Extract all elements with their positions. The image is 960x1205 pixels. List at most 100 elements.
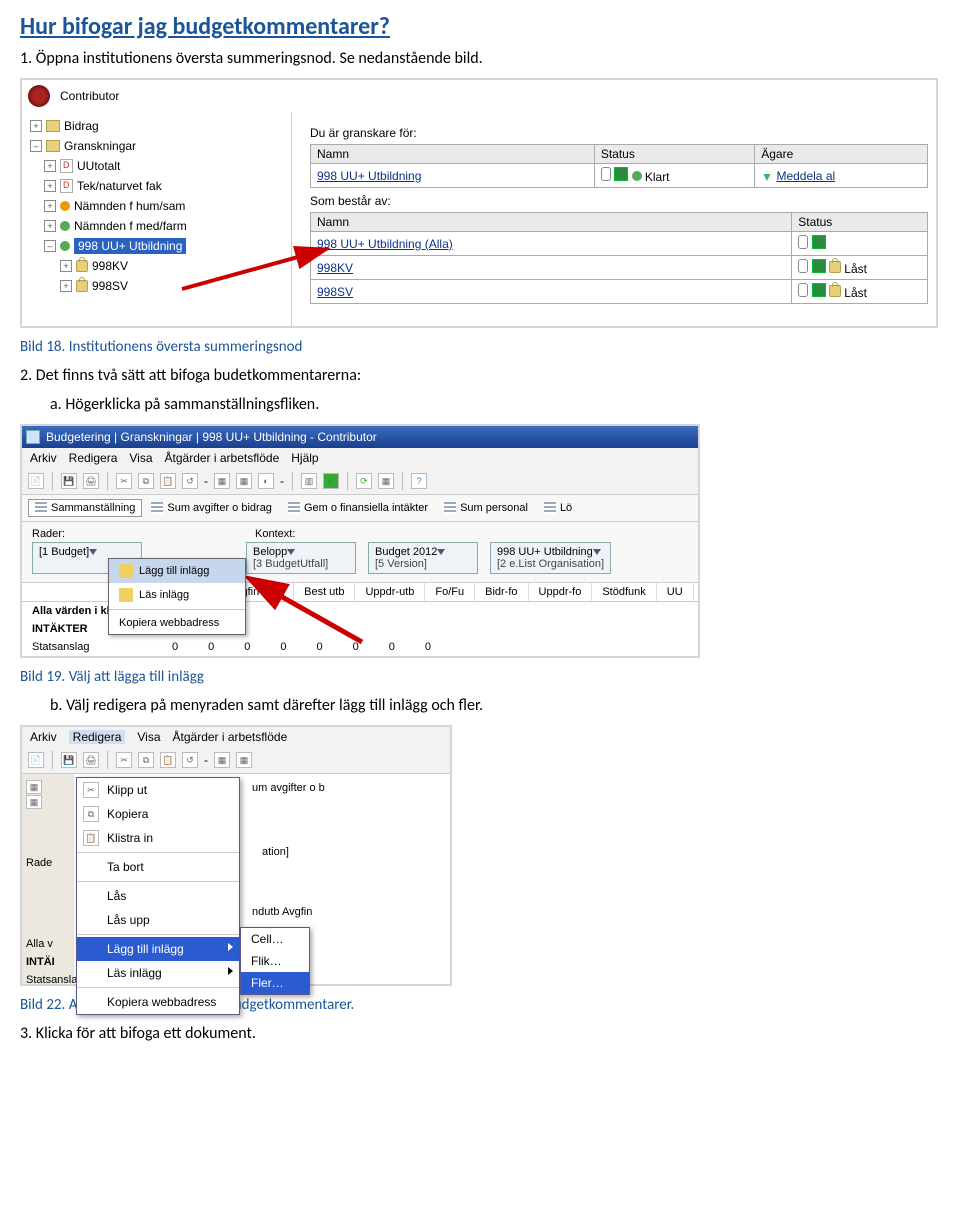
copy-icon[interactable]: ⧉ <box>138 752 154 768</box>
toolbar-icon[interactable]: ▦ <box>378 473 394 489</box>
attachment-icon[interactable] <box>798 283 808 297</box>
menu-atgarder[interactable]: Åtgärder i arbetsflöde <box>165 451 280 465</box>
tab-gem-finans[interactable]: Gem o finansiella intäkter <box>281 499 435 517</box>
cut-icon[interactable]: ✂ <box>116 752 132 768</box>
toolbar-icon[interactable]: ▦ <box>236 752 252 768</box>
collapse-icon[interactable]: – <box>30 140 42 152</box>
copy-icon[interactable]: ⧉ <box>138 473 154 489</box>
menu-redigera[interactable]: Redigera <box>69 730 126 744</box>
excel-icon[interactable] <box>812 283 826 297</box>
expand-icon[interactable]: + <box>30 120 42 132</box>
gutter-icon[interactable]: ▦ <box>26 795 42 809</box>
zero-cell: 0 <box>389 641 395 653</box>
tree-item-granskningar[interactable]: – Granskningar <box>30 136 287 156</box>
excel-icon[interactable] <box>812 235 826 249</box>
tab-sum-personal[interactable]: Sum personal <box>437 499 535 517</box>
popup-add-note[interactable]: Lägg till inlägg <box>109 559 245 583</box>
sub-fler[interactable]: Fler… <box>241 972 309 994</box>
table-row[interactable]: 998 UU+ Utbildning Klart ▲ Meddela al <box>311 164 928 188</box>
menu-atgarder[interactable]: Åtgärder i arbetsflöde <box>173 730 288 744</box>
mi-kopiera[interactable]: ⧉ Kopiera <box>77 802 239 826</box>
menu-arkiv[interactable]: Arkiv <box>30 451 57 465</box>
expand-icon[interactable]: + <box>44 220 56 232</box>
tree-item-teknat[interactable]: + Tek/naturvet fak <box>30 176 287 196</box>
toolbar-icon[interactable]: ↺ <box>182 473 198 489</box>
excel-icon[interactable] <box>614 167 628 181</box>
gutter-icon[interactable]: ▦ <box>26 780 42 794</box>
toolbar-icon[interactable]: ◐ <box>258 473 274 489</box>
attachment-icon[interactable] <box>798 235 808 249</box>
toolbar-icon[interactable]: ▦ <box>214 473 230 489</box>
table-row[interactable]: 998SV Låst <box>311 280 928 304</box>
sub-cell[interactable]: Cell… <box>241 928 309 950</box>
ctx-version[interactable]: Budget 2012 [5 Version] <box>368 542 478 574</box>
status-dot-icon <box>60 241 70 251</box>
page-title: Hur bifogar jag budgetkommentarer? <box>20 12 940 41</box>
ctx-belopp[interactable]: Belopp [3 BudgetUtfall] <box>246 542 356 574</box>
mi-tabort[interactable]: Ta bort <box>77 855 239 879</box>
expand-icon[interactable]: + <box>60 280 72 292</box>
owner-link[interactable]: Meddela al <box>776 169 835 183</box>
tab-lo[interactable]: Lö <box>537 499 579 517</box>
check-icon[interactable]: ✓ <box>323 473 339 489</box>
window-title: Budgetering | Granskningar | 998 UU+ Utb… <box>46 430 377 444</box>
menu-arkiv[interactable]: Arkiv <box>30 730 57 744</box>
toolbar-icon[interactable]: ▦ <box>214 752 230 768</box>
app-icon <box>26 430 40 444</box>
menu-visa[interactable]: Visa <box>129 451 152 465</box>
zero-cell: 0 <box>172 641 178 653</box>
mi-webbadress[interactable]: Kopiera webbadress <box>77 990 239 1014</box>
help-icon[interactable]: ? <box>411 473 427 489</box>
mi-lasupp[interactable]: Lås upp <box>77 908 239 932</box>
table-row[interactable]: 998 UU+ Utbildning (Alla) <box>311 232 928 256</box>
save-icon[interactable]: 💾 <box>61 473 77 489</box>
mi-lagg-inlagg[interactable]: Lägg till inlägg <box>77 937 239 961</box>
th-status: Status <box>594 145 754 164</box>
paste-icon[interactable]: 📋 <box>160 752 176 768</box>
tab-sammanstallning[interactable]: Sammanställning <box>28 499 142 517</box>
toolbar-icon[interactable]: ↺ <box>182 752 198 768</box>
popup-copy-url[interactable]: Kopiera webbadress <box>109 612 245 634</box>
toolbar-icon[interactable]: 📄 <box>28 752 44 768</box>
sub-flik[interactable]: Flik… <box>241 950 309 972</box>
attachment-icon[interactable] <box>798 259 808 273</box>
tree-item-bidrag[interactable]: + Bidrag <box>30 116 287 136</box>
expand-icon[interactable]: + <box>44 200 56 212</box>
mi-klipp[interactable]: ✂ Klipp ut <box>77 778 239 802</box>
row-name-link[interactable]: 998 UU+ Utbildning <box>317 169 421 183</box>
expand-icon[interactable]: + <box>44 180 56 192</box>
toolbar-icon[interactable]: ▥ <box>301 473 317 489</box>
mi-las-inlagg[interactable]: Läs inlägg <box>77 961 239 985</box>
expand-icon[interactable]: + <box>60 260 72 272</box>
toolbar-icon[interactable]: 📄 <box>28 473 44 489</box>
print-icon[interactable]: 🖨 <box>83 752 99 768</box>
toolbar-icon[interactable]: ▦ <box>236 473 252 489</box>
ctx-elist[interactable]: 998 UU+ Utbildning [2 e.List Organisatio… <box>490 542 611 574</box>
menu-hjalp[interactable]: Hjälp <box>291 451 318 465</box>
refresh-icon[interactable]: ⟳ <box>356 473 372 489</box>
paste-icon[interactable]: 📋 <box>160 473 176 489</box>
step-2: 2. Det finns två sätt att bifoga budetko… <box>20 366 940 385</box>
note-read-icon <box>119 588 133 602</box>
dropdown-icon[interactable]: ▲ <box>761 171 773 185</box>
menu-redigera[interactable]: Redigera <box>69 451 118 465</box>
tree-item-humsam[interactable]: + Nämnden f hum/sam <box>30 196 287 216</box>
expand-icon[interactable]: + <box>44 160 56 172</box>
collapse-icon[interactable]: – <box>44 240 56 252</box>
mi-klistra[interactable]: 📋 Klistra in <box>77 826 239 850</box>
toolbar: 📄 💾 🖨 ✂ ⧉ 📋 ↺ - ▦ ▦ ◐ - ▥ ✓ ⟳ ▦ ? <box>22 468 698 494</box>
menu-visa[interactable]: Visa <box>137 730 160 744</box>
attachment-icon[interactable] <box>601 167 611 181</box>
mi-las[interactable]: Lås <box>77 884 239 908</box>
save-icon[interactable]: 💾 <box>61 752 77 768</box>
print-icon[interactable]: 🖨 <box>83 473 99 489</box>
tab-sum-avgifter[interactable]: Sum avgifter o bidrag <box>144 499 279 517</box>
frag: Alla v <box>26 935 83 953</box>
tree-item-uutotalt[interactable]: + UUtotalt <box>30 156 287 176</box>
table-row[interactable]: 998KV Låst <box>311 256 928 280</box>
excel-icon[interactable] <box>812 259 826 273</box>
col: UU <box>657 583 694 601</box>
cut-icon[interactable]: ✂ <box>116 473 132 489</box>
tree-item-medfarm[interactable]: + Nämnden f med/farm <box>30 216 287 236</box>
popup-read-note[interactable]: Läs inlägg <box>109 583 245 607</box>
